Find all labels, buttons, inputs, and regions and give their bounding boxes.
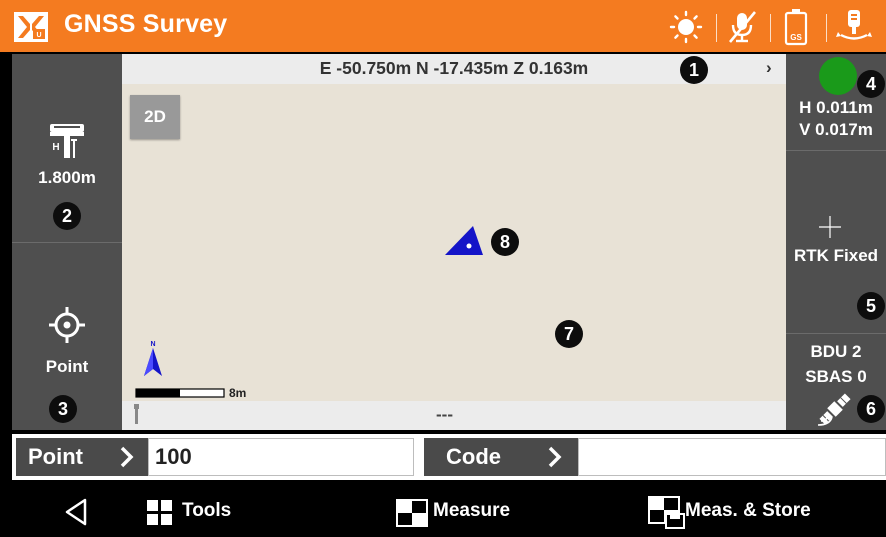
code-field-button[interactable]: Code (424, 438, 578, 476)
fix-status-indicator (819, 57, 857, 95)
north-label: N (150, 341, 155, 348)
antenna-height-icon[interactable]: H (42, 118, 92, 167)
survey-mode-label[interactable]: Point (12, 357, 122, 377)
map-status-text: --- (436, 405, 453, 424)
right-panel-divider (786, 333, 886, 334)
code-field-label: Code (446, 444, 501, 469)
chevron-right-icon (548, 446, 562, 468)
tools-button[interactable]: Tools (182, 500, 231, 522)
map-status-bar (122, 401, 786, 430)
back-icon[interactable] (63, 497, 89, 527)
measure-icon[interactable] (396, 499, 428, 527)
callout-badge: 8 (491, 228, 519, 256)
antenna-h-mark: H (52, 142, 59, 153)
battery-label: GS (790, 33, 802, 42)
app-title: GNSS Survey (64, 10, 228, 38)
scale-bar (135, 388, 225, 398)
callout-badge: 1 (680, 56, 708, 84)
svg-text:U: U (36, 32, 41, 39)
north-arrow-icon: N (144, 341, 162, 376)
app-logo-icon: U (14, 12, 48, 42)
chevron-right-icon[interactable]: › (766, 58, 772, 78)
crosshair-small-icon (819, 216, 841, 238)
toolbar-separator (716, 14, 717, 42)
measure-button[interactable]: Measure (433, 500, 510, 522)
view-2d-button[interactable]: 2D (130, 95, 180, 139)
toolbar-separator (826, 14, 827, 42)
solution-status[interactable]: RTK Fixed (786, 246, 886, 266)
scale-label: 8m (229, 386, 247, 400)
sun-icon[interactable] (664, 7, 708, 47)
satellite-icon[interactable] (815, 389, 855, 427)
chevron-right-icon (120, 446, 134, 468)
point-field-label: Point (28, 444, 83, 469)
callout-badge: 4 (857, 70, 885, 98)
mute-icon[interactable] (720, 7, 764, 47)
toolbar-separator (770, 14, 771, 42)
callout-badge: 7 (555, 320, 583, 348)
callout-badge: 3 (49, 395, 77, 423)
callout-badge: 5 (857, 292, 885, 320)
callout-badge: 6 (857, 395, 885, 423)
left-panel-divider (12, 242, 122, 243)
point-field-button[interactable]: Point (16, 438, 148, 476)
point-name-input[interactable]: 100 (148, 438, 414, 476)
position-marker-icon (445, 226, 483, 255)
crosshair-icon[interactable] (48, 306, 86, 349)
h-precision: H 0.011m (799, 98, 873, 117)
pole-icon (134, 404, 139, 424)
antenna-height-value[interactable]: 1.800m (12, 168, 122, 188)
battery-gs-icon[interactable]: GS (774, 7, 818, 47)
measure-store-icon[interactable] (648, 496, 686, 530)
bdu-count: BDU 2 (810, 342, 862, 361)
v-precision: V 0.017m (799, 120, 873, 139)
callout-badge: 2 (53, 202, 81, 230)
right-panel-divider (786, 150, 886, 151)
tools-icon[interactable] (147, 500, 173, 526)
code-input[interactable] (578, 438, 886, 476)
sbas-count: SBAS 0 (805, 367, 867, 386)
measure-store-button[interactable]: Meas. & Store (685, 500, 811, 522)
receiver-connect-icon[interactable] (832, 7, 876, 47)
